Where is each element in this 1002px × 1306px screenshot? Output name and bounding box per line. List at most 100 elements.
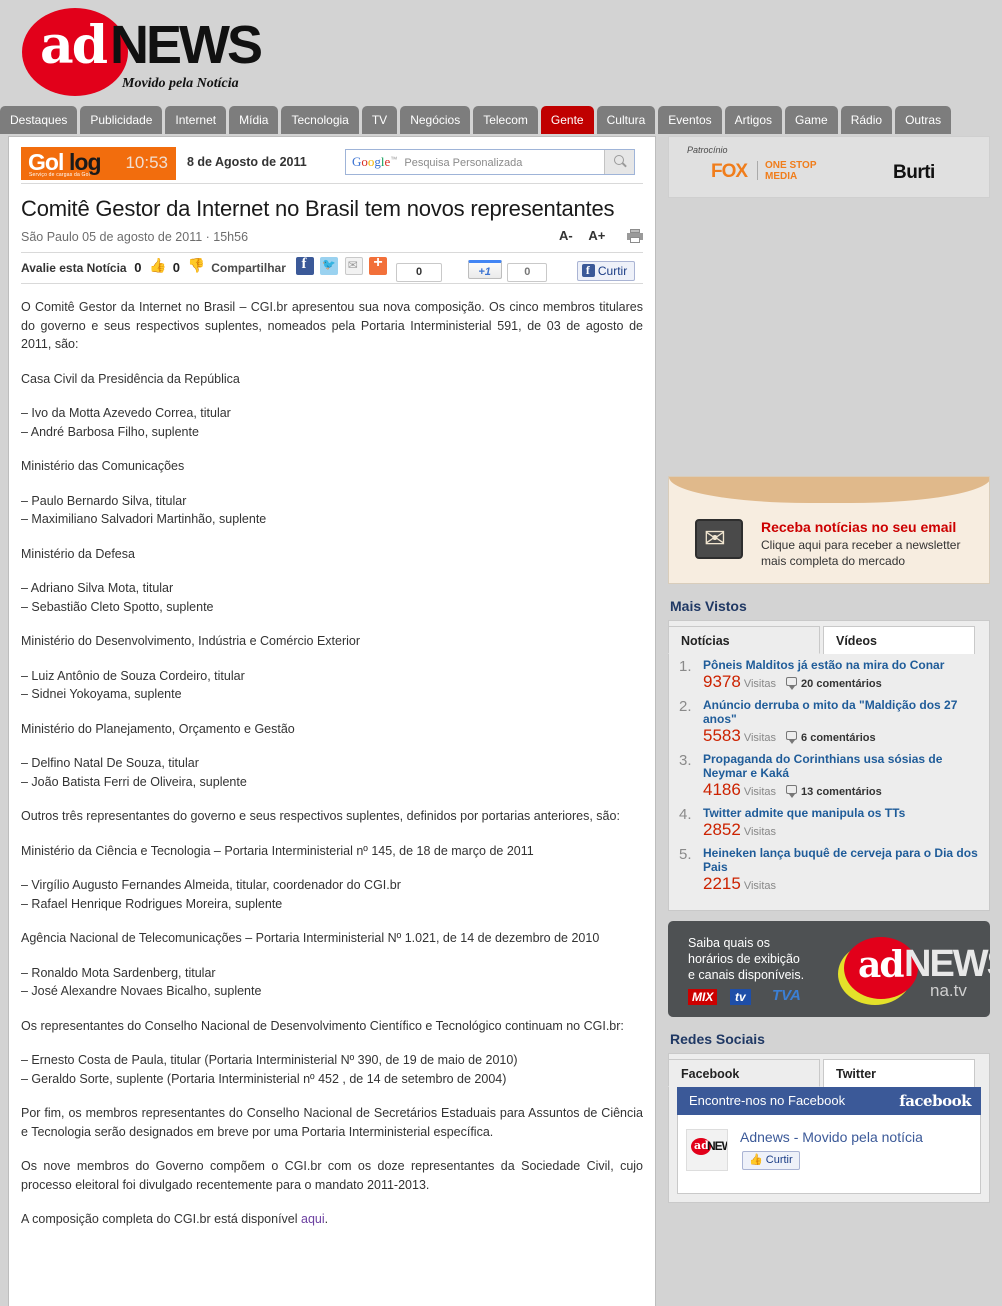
most-viewed-title: Mais Vistos [670,598,747,614]
article-paragraph: – Ronaldo Mota Sardenberg, titular – José… [21,965,262,999]
thumbs-down-icon[interactable] [188,257,205,276]
newsletter-box[interactable]: Receba notícias no seu email Clique aqui… [668,476,990,584]
email-share-icon[interactable] [344,257,363,275]
rate-down-count: 0 [172,260,180,275]
social-box: Facebook Twitter Encontre-nos no Faceboo… [668,1053,990,1203]
item-stats: 5583 Visitas 6 comentários [703,726,876,745]
ad-placeholder[interactable] [668,198,990,466]
most-viewed-list: 1. Pôneis Malditos já estão na mira do Co… [669,654,989,910]
nav-item-publicidade[interactable]: Publicidade [80,106,163,134]
nav-item-artigos[interactable]: Artigos [724,106,783,134]
logo-news-text: NEWS [110,15,263,75]
item-title[interactable]: Twitter admite que manipula os TTs [703,806,981,820]
tv-line1: Saiba quais os [688,936,771,950]
item-visits: 5583 [703,726,741,745]
list-item[interactable]: 4. Twitter admite que manipula os TTs 2852… [677,806,981,844]
facebook-share-icon[interactable] [295,256,314,275]
article-paragraph: – Luiz Antônio de Souza Cordeiro, titula… [21,668,245,702]
font-increase-button[interactable]: A+ [588,228,605,243]
item-title[interactable]: Anúncio derruba o mito da "Maldição dos … [703,698,981,726]
newsletter-subtext: Clique aqui para receber a newsletter ma… [761,537,976,569]
fox-logo: FOX [711,161,748,182]
search-button[interactable] [604,150,634,174]
item-title[interactable]: Pôneis Malditos já estão na mira do Cona… [703,658,981,672]
adnews-tv-banner[interactable]: Saiba quais os horários de exibição e ca… [668,921,990,1017]
nav-item-m-dia[interactable]: Mídia [229,106,279,134]
mixtv-logo-mix: MIX [688,989,718,1005]
article-paragraph: – Adriano Silva Mota, titular – Sebastião… [21,581,214,614]
nav-item-tv[interactable]: TV [361,106,398,134]
nav-item-eventos[interactable]: Eventos [658,106,722,134]
plusone-count: 0 [507,263,548,282]
most-viewed-tabs[interactable]: Notícias Vídeos [668,621,989,654]
main-content: Gol log Serviço de cargas da Gol 10:53 8… [8,136,656,1306]
google-plusone-button[interactable]: +1 [467,260,502,279]
thumbs-up-icon[interactable] [149,257,166,276]
list-item[interactable]: 3. Propaganda do Corinthians usa sósias d… [677,752,981,804]
gollog-banner[interactable]: Gol log Serviço de cargas da Gol 10:53 [21,147,176,180]
list-item[interactable]: 1. Pôneis Malditos já estão na mira do Co… [677,658,981,696]
facebook-page-name[interactable]: Adnews - Movido pela notícia [740,1129,923,1145]
article-paragraph: – Ernesto Costa de Paula, titular (Porta… [21,1053,518,1086]
tab-facebook[interactable]: Facebook [668,1059,820,1087]
share-bar[interactable]: Avalie esta Notícia 0 0 Compartilhar 0 +… [21,253,643,283]
nav-item-tecnologia[interactable]: Tecnologia [281,106,359,134]
one-stop-line2: MEDIA [765,171,798,182]
sponsor-banner[interactable]: Patrocínio FOX ONE STOP MEDIA Burti [668,136,990,198]
tv-logo-natv: na.tv [930,981,967,1000]
nav-item-outras[interactable]: Outras [895,106,952,134]
article-paragraph: Por fim, os membros representantes do Co… [21,1106,643,1139]
article-paragraph: Casa Civil da Presidência da República [21,371,240,386]
item-comments: 6 comentários [801,732,876,744]
item-title[interactable]: Propaganda do Corinthians usa sósias de … [703,752,981,780]
facebook-brand: facebook [899,1092,971,1110]
article-paragraph-last: A composição completa do CGI.br está dis… [21,1210,643,1229]
visits-label: Visitas [743,826,777,838]
print-icon[interactable] [627,229,643,243]
nav-item-destaques[interactable]: Destaques [0,106,78,134]
list-item[interactable]: 2. Anúncio derruba o mito da "Maldição do… [677,698,981,750]
nav-item-cultura[interactable]: Cultura [596,106,656,134]
avatar-news-text: NEWS [707,1139,727,1153]
nav-item-gente[interactable]: Gente [540,106,594,134]
facebook-page-like-button[interactable]: 👍 Curtir [742,1151,800,1170]
font-decrease-button[interactable]: A- [559,228,573,243]
visits-label: Visitas [743,786,777,798]
social-tabs[interactable]: Facebook Twitter [668,1054,989,1087]
item-visits: 4186 [703,780,741,799]
search-box[interactable]: Google™ Pesquisa Personalizada [345,149,635,175]
list-item[interactable]: 5. Heineken lança buquê de cerveja para o… [677,846,981,898]
divider [21,183,643,184]
visits-label: Visitas [743,732,777,744]
main-navigation[interactable]: Destaques Publicidade Internet Mídia Tecnolo… [0,106,954,136]
article-inline-link[interactable]: aqui [301,1212,325,1226]
tab-videos[interactable]: Vídeos [823,626,975,654]
facebook-widget-body: ad NEWS Adnews - Movido pela notícia 👍 C… [677,1115,981,1194]
facebook-like-button[interactable]: Curtir [576,261,636,281]
tab-twitter[interactable]: Twitter [823,1059,975,1087]
tab-noticias[interactable]: Notícias [668,626,820,654]
current-date: 8 de Agosto de 2011 [187,155,307,169]
article-paragraph: Os representantes do Conselho Nacional d… [21,1018,624,1033]
item-rank: 3. [679,752,692,769]
search-input[interactable]: Google™ Pesquisa Personalizada [346,150,604,174]
addthis-icon[interactable] [369,254,388,275]
nav-item-r-dio[interactable]: Rádio [840,106,893,134]
item-rank: 2. [679,698,692,715]
article-paragraph: Ministério das Comunicações [21,459,185,473]
article-tools[interactable]: A- A+ [547,228,643,243]
item-title[interactable]: Heineken lança buquê de cerveja para o D… [703,846,981,874]
thumbs-up-small-icon: 👍 [749,1154,763,1166]
twitter-share-icon[interactable] [320,257,339,275]
item-comments: 13 comentários [801,786,882,798]
nav-item-neg-cios[interactable]: Negócios [400,106,471,134]
envelope-icon [695,519,743,559]
site-logo[interactable]: ad NEWS Movido pela Notícia [14,4,263,104]
nav-item-internet[interactable]: Internet [165,106,227,134]
adnews-tv-text: Saiba quais os horários de exibição e ca… [688,935,804,983]
item-rank: 4. [679,806,692,823]
visits-label: Visitas [743,678,777,690]
nav-item-telecom[interactable]: Telecom [473,106,538,134]
article-paragraph: – Ivo da Motta Azevedo Correa, titular – … [21,406,231,439]
nav-item-game[interactable]: Game [785,106,838,134]
